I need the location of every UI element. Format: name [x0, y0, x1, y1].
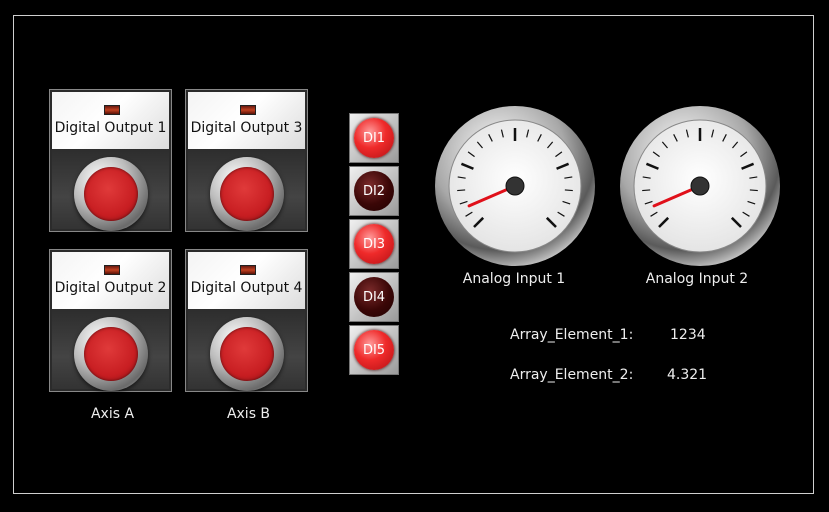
- gauge-tick: [457, 189, 466, 192]
- digital-output-2-tile: Digital Output 2: [49, 249, 172, 392]
- digital-output-1-button[interactable]: [73, 157, 148, 231]
- indicator-led: [103, 265, 120, 275]
- digital-input-4: DI4: [349, 272, 399, 322]
- indicator-led: [239, 265, 256, 275]
- label-plate: Digital Output 1: [52, 92, 169, 149]
- digital-output-2-label: Digital Output 2: [54, 280, 167, 296]
- label-plate: Digital Output 3: [188, 92, 305, 149]
- digital-input-3: DI3: [349, 219, 399, 269]
- button-bezel: [52, 309, 169, 391]
- digital-output-3-label: Digital Output 3: [190, 120, 303, 136]
- array-element-1-key: Array_Element_1:: [510, 327, 634, 343]
- gauge-hub: [690, 176, 710, 196]
- axis-a-label: Axis A: [90, 406, 135, 422]
- digital-input-1: DI1: [349, 113, 399, 163]
- indicator-led: [103, 105, 120, 115]
- digital-output-3-tile: Digital Output 3: [185, 89, 308, 232]
- analog-input-2-label: Analog Input 2: [645, 271, 749, 287]
- button-bezel: [188, 149, 305, 231]
- gauge-hub: [505, 176, 525, 196]
- digital-input-5: DI5: [349, 325, 399, 375]
- di4-lamp: DI4: [354, 277, 394, 317]
- di5-lamp: DI5: [354, 330, 394, 370]
- axis-b-label: Axis B: [226, 406, 271, 422]
- digital-output-4-tile: Digital Output 4: [185, 249, 308, 392]
- gauge-tick: [564, 189, 573, 192]
- di2-lamp: DI2: [354, 171, 394, 211]
- di1-lamp: DI1: [354, 118, 394, 158]
- analog-input-1-label: Analog Input 1: [462, 271, 566, 287]
- digital-output-1-tile: Digital Output 1: [49, 89, 172, 232]
- label-plate: Digital Output 2: [52, 252, 169, 309]
- button-bezel: [52, 149, 169, 231]
- digital-output-2-button[interactable]: [73, 317, 148, 391]
- analog-input-1-gauge: [435, 106, 595, 266]
- analog-input-2-gauge: [620, 106, 780, 266]
- array-element-1-value: 1234: [670, 327, 706, 343]
- gauge-tick: [642, 189, 651, 192]
- array-element-2-value: 4.321: [667, 367, 708, 383]
- button-bezel: [188, 309, 305, 391]
- digital-output-4-button[interactable]: [209, 317, 284, 391]
- digital-input-2: DI2: [349, 166, 399, 216]
- digital-output-3-button[interactable]: [209, 157, 284, 231]
- label-plate: Digital Output 4: [188, 252, 305, 309]
- digital-output-4-label: Digital Output 4: [190, 280, 303, 296]
- gauge-tick: [749, 189, 758, 192]
- array-element-2-key: Array_Element_2:: [510, 367, 634, 383]
- di3-lamp: DI3: [354, 224, 394, 264]
- digital-output-1-label: Digital Output 1: [54, 120, 167, 136]
- indicator-led: [239, 105, 256, 115]
